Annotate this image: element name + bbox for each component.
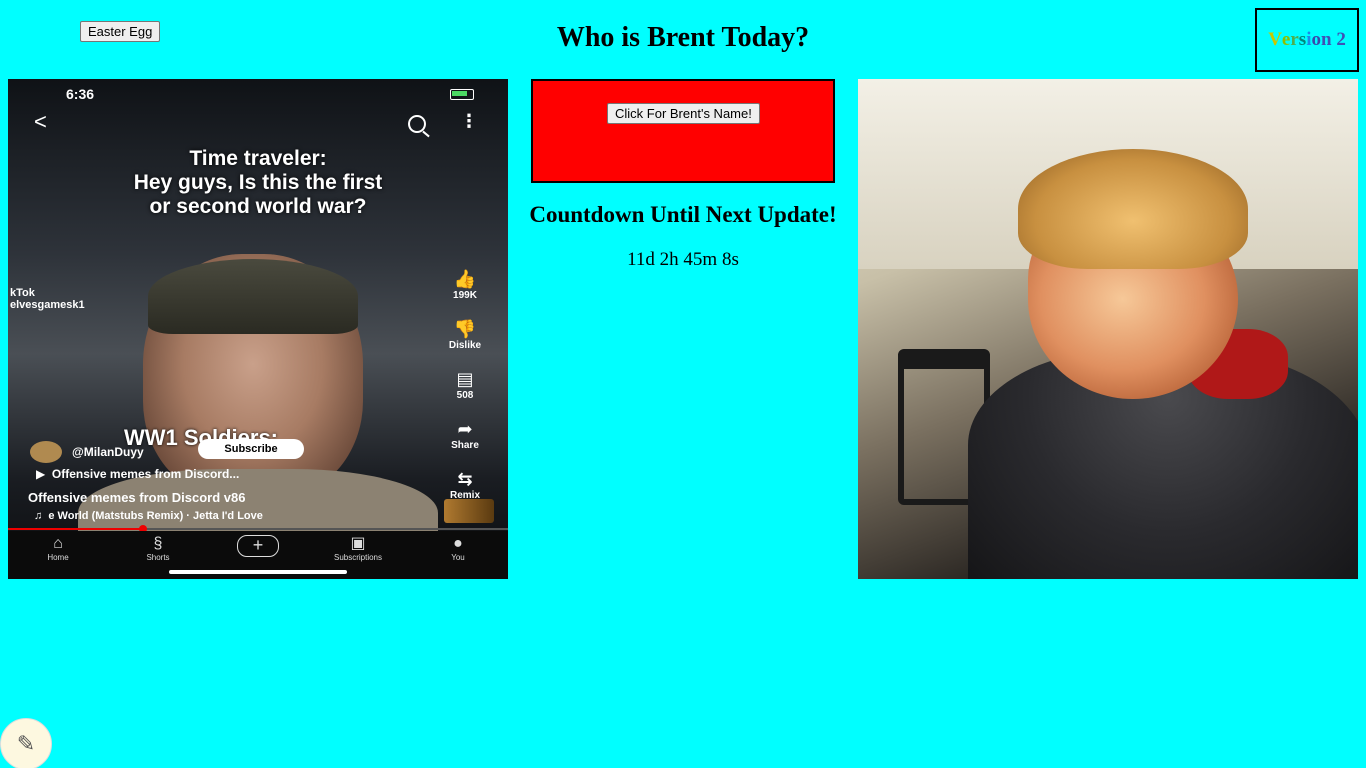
music-row: ♫ e World (Matstubs Remix) · Jetta I'd L… [34, 510, 263, 522]
music-title: e World (Matstubs Remix) · Jetta I'd Lov… [48, 510, 263, 522]
play-icon: ▶ [36, 467, 52, 481]
photo-hair [1018, 149, 1248, 269]
battery-icon [450, 89, 474, 100]
like-action: 👍 199K [440, 269, 490, 301]
status-time: 6:36 [66, 86, 95, 102]
nav-label: Home [47, 553, 69, 562]
version-letter: 2 [1336, 29, 1346, 50]
version-letter: s [1298, 29, 1307, 50]
home-icon: ⌂ [53, 535, 63, 552]
playlist-row: ▶ Offensive memes from Discord... [36, 467, 239, 481]
share-action: ➦ Share [440, 419, 490, 451]
version-letter: e [1281, 29, 1291, 50]
notes-icon[interactable]: ✎ [0, 718, 52, 768]
remix-icon: ⇆ [457, 469, 473, 489]
caption-line: or second world war? [149, 195, 367, 218]
name-reveal-box: Click For Brent's Name! [531, 79, 835, 183]
version-letter: r [1290, 29, 1299, 50]
version-letter: V [1268, 29, 1282, 50]
video-description: Offensive memes from Discord v86 [28, 490, 246, 505]
nav-label: Shorts [146, 553, 170, 562]
side-actions: 👍 199K 👎 Dislike ▤ 508 ➦ Share ⇆ Remix [440, 269, 490, 519]
thumbs-down-icon: 👎 [453, 319, 477, 339]
meme-caption: Time traveler: Hey guys, Is this the fir… [8, 147, 508, 219]
home-indicator [169, 570, 347, 574]
remix-action: ⇆ Remix [440, 469, 490, 501]
nav-label: Subscriptions [333, 553, 383, 562]
helmet [148, 259, 358, 334]
progress-fill [8, 528, 143, 530]
tiktok-brand: kTok [10, 287, 35, 299]
comment-count: 508 [456, 390, 474, 401]
profile-icon: ● [453, 535, 463, 552]
thumbs-up-icon: 👍 [453, 269, 477, 289]
dislike-action: 👎 Dislike [440, 319, 490, 351]
shorts-icon: § [153, 535, 163, 552]
countdown-heading: Countdown Until Next Update! [529, 202, 837, 227]
channel-row: @MilanDuyy [30, 441, 144, 463]
tiktok-watermark: kTok elvesgamesk1 [10, 287, 85, 311]
music-icon: ♫ [34, 510, 49, 522]
version-letter: n [1320, 29, 1332, 50]
comment-action: ▤ 508 [440, 369, 490, 401]
avatar [30, 441, 62, 463]
share-label: Share [451, 440, 479, 451]
subscribe-button: Subscribe [198, 439, 304, 459]
comment-icon: ▤ [456, 369, 474, 389]
search-icon [408, 115, 426, 133]
version-letter: o [1311, 29, 1321, 50]
playlist-label: Offensive memes from Discord... [51, 467, 240, 481]
brent-photo [858, 79, 1358, 579]
nav-you: ● You [413, 531, 503, 579]
page-title: Who is Brent Today? [556, 22, 810, 53]
sound-thumbnail [444, 499, 494, 523]
reveal-name-button[interactable]: Click For Brent's Name! [607, 103, 760, 124]
caption-line: Hey guys, Is this the first [133, 171, 383, 194]
countdown-timer: 11d 2h 45m 8s [627, 249, 739, 270]
more-icon: ⋮ [460, 111, 478, 131]
caption-line: Time traveler: [189, 147, 327, 170]
share-icon: ➦ [457, 419, 473, 439]
page: Easter Egg Who is Brent Today? Version 2… [0, 0, 1366, 768]
nav-home: ⌂ Home [13, 531, 103, 579]
plus-icon: + [237, 535, 279, 557]
version-badge: Version 2 [1255, 8, 1359, 72]
tiktok-handle: elvesgamesk1 [10, 299, 85, 311]
dislike-label: Dislike [448, 340, 482, 351]
back-icon: < [34, 109, 47, 134]
subscriptions-icon: ▣ [350, 535, 366, 552]
like-count: 199K [453, 290, 477, 301]
nav-label: You [451, 553, 465, 562]
meme-screenshot: 6:36 < ⋮ Time traveler: Hey guys, Is thi… [8, 79, 508, 579]
channel-name: @MilanDuyy [72, 445, 144, 459]
